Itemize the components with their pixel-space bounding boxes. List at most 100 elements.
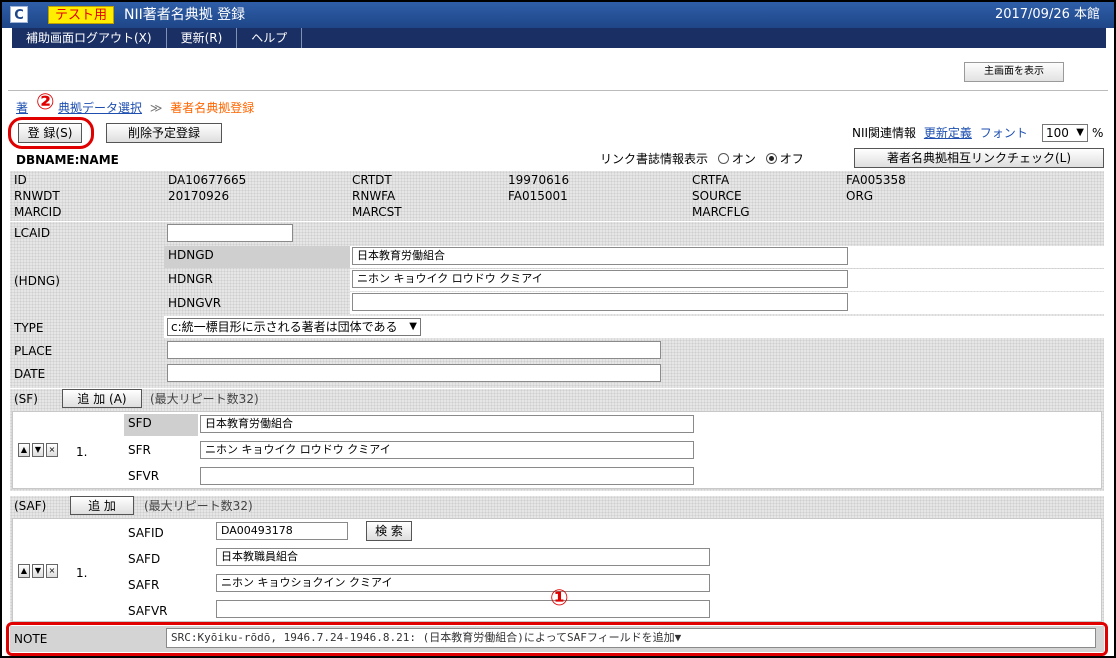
link-display-toggle: リンク書誌情報表示 オン オフ xyxy=(600,152,804,166)
annotation-mark-2: ② xyxy=(36,90,55,115)
hdngvr-input[interactable] xyxy=(352,293,848,311)
marcflg-label: MARCFLG xyxy=(692,205,750,219)
sf-add-button[interactable]: 追 加 (A) xyxy=(62,389,142,408)
move-down-icon[interactable]: ▼ xyxy=(32,564,44,578)
lcaid-input[interactable] xyxy=(167,224,293,242)
safd-input[interactable]: 日本教職員組合 xyxy=(216,548,710,566)
update-definition-link[interactable]: 更新定義 xyxy=(924,126,972,140)
type-value: c:統一標目形に示される著者は団体である xyxy=(171,320,398,334)
rnwdt-value: 20170926 xyxy=(168,189,230,203)
source-label: SOURCE xyxy=(692,189,742,203)
move-down-icon[interactable]: ▼ xyxy=(32,443,44,457)
highlight-note xyxy=(6,622,1108,656)
heading-grid: LCAID (HDNG) HDNGD 日本教育労働組合 HDNGR ニホン キョ… xyxy=(10,222,1104,388)
hdngd-label: HDNGD xyxy=(164,246,350,268)
saf-index: 1. xyxy=(76,566,88,580)
rnwdt-label: RNWDT xyxy=(14,189,60,203)
annotation-mark-1: ① xyxy=(550,586,569,611)
font-size-select[interactable]: 100 ▼ xyxy=(1042,124,1088,142)
delete-schedule-button[interactable]: 削除予定登録 xyxy=(106,123,222,143)
radio-on[interactable] xyxy=(717,153,729,164)
safid-input[interactable]: DA00493178 xyxy=(216,522,348,540)
sf-row-controls: ▲ ▼ × xyxy=(18,443,58,457)
hdngd-input[interactable]: 日本教育労働組合 xyxy=(352,247,848,265)
saf-max-repeat: (最大リピート数32) xyxy=(144,499,253,513)
lcaid-label: LCAID xyxy=(14,226,51,240)
crtfa-label: CRTFA xyxy=(692,173,730,187)
saf-label: (SAF) xyxy=(14,499,47,513)
sfr-input[interactable]: ニホン キョウイク ロウドウ クミアイ xyxy=(200,441,694,459)
show-main-screen-button[interactable]: 主画面を表示 xyxy=(964,62,1064,82)
crtdt-label: CRTDT xyxy=(352,173,392,187)
id-label: ID xyxy=(14,173,27,187)
title-bar: C テスト用 NII著者名典拠 登録 2017/09/26 本館 xyxy=(2,2,1114,28)
type-select[interactable]: c:統一標目形に示される著者は団体である ▼ xyxy=(167,318,421,336)
sf-max-repeat: (最大リピート数32) xyxy=(150,392,259,406)
hdngr-label: HDNGR xyxy=(168,272,213,286)
menu-update[interactable]: 更新(R) xyxy=(167,28,238,48)
app-window: C テスト用 NII著者名典拠 登録 2017/09/26 本館 補助画面ログア… xyxy=(0,0,1116,658)
sf-section: (SF) 追 加 (A) (最大リピート数32) ▲ ▼ × 1. SFD 日本… xyxy=(10,389,1104,491)
place-input[interactable] xyxy=(167,341,661,359)
divider xyxy=(8,90,1108,91)
safr-input[interactable]: ニホン キョウショクイン クミアイ xyxy=(216,574,710,592)
font-size-value: 100 xyxy=(1046,126,1069,140)
safvr-input[interactable] xyxy=(216,600,710,618)
marcst-label: MARCST xyxy=(352,205,402,219)
link-check-button[interactable]: 著者名典拠相互リンクチェック(L) xyxy=(854,148,1104,168)
hdngvr-label: HDNGVR xyxy=(168,296,222,310)
sfvr-input[interactable] xyxy=(200,467,694,485)
safd-label: SAFD xyxy=(128,552,161,566)
radio-off[interactable] xyxy=(765,153,777,164)
breadcrumb-current: 著者名典拠登録 xyxy=(170,101,255,115)
nii-info-label: NII関連情報 xyxy=(852,126,917,140)
chevron-down-icon: ▼ xyxy=(1076,127,1084,138)
sf-index: 1. xyxy=(76,445,88,459)
hdngr-input[interactable]: ニホン キョウイク ロウドウ クミアイ xyxy=(352,270,848,288)
breadcrumb-link-2[interactable]: 典拠データ選択 xyxy=(58,101,142,115)
safid-label: SAFID xyxy=(128,526,164,540)
menu-logout[interactable]: 補助画面ログアウト(X) xyxy=(12,28,167,48)
safr-label: SAFR xyxy=(128,578,160,592)
test-badge: テスト用 xyxy=(48,6,115,24)
saf-search-button[interactable]: 検 索 xyxy=(366,521,412,541)
percent-sign: % xyxy=(1092,126,1104,140)
date-label: DATE xyxy=(14,367,46,381)
font-label: フォント xyxy=(979,126,1028,140)
window-title: NII著者名典拠 登録 xyxy=(124,7,246,23)
breadcrumb-link-1[interactable]: 著 xyxy=(16,101,28,115)
crtdt-value: 19970616 xyxy=(508,173,570,187)
delete-row-icon[interactable]: × xyxy=(46,443,58,457)
hdng-label: (HDNG) xyxy=(14,274,60,288)
move-up-icon[interactable]: ▲ xyxy=(18,564,30,578)
safvr-label: SAFVR xyxy=(128,604,168,618)
chevron-down-icon: ▼ xyxy=(409,321,417,332)
rnwfa-value: FA015001 xyxy=(508,189,568,203)
rnwfa-label: RNWFA xyxy=(352,189,396,203)
move-up-icon[interactable]: ▲ xyxy=(18,443,30,457)
sfvr-label: SFVR xyxy=(128,469,160,483)
saf-add-button[interactable]: 追 加 xyxy=(70,496,134,515)
nii-info: NII関連情報 更新定義 フォント xyxy=(852,126,1028,140)
highlight-register xyxy=(8,117,94,149)
date-input[interactable] xyxy=(167,364,661,382)
sfd-input[interactable]: 日本教育労働組合 xyxy=(200,415,694,433)
source-value: ORG xyxy=(846,189,874,203)
type-label: TYPE xyxy=(14,321,44,335)
link-display-label: リンク書誌情報表示 xyxy=(600,152,709,166)
sfr-label: SFR xyxy=(128,443,151,457)
marcid-label: MARCID xyxy=(14,205,62,219)
dbname-label: DBNAME:NAME xyxy=(16,153,119,167)
crtfa-value: FA005358 xyxy=(846,173,906,187)
sf-label: (SF) xyxy=(14,392,38,406)
menu-bar: 補助画面ログアウト(X) 更新(R) ヘルプ xyxy=(2,28,1114,50)
menu-help[interactable]: ヘルプ xyxy=(237,28,303,48)
delete-row-icon[interactable]: × xyxy=(46,564,58,578)
date-location: 2017/09/26 本館 xyxy=(994,7,1100,22)
sfd-label: SFD xyxy=(124,414,198,436)
radio-off-label: オフ xyxy=(779,152,804,166)
breadcrumb-separator: ≫ xyxy=(149,101,163,115)
place-label: PLACE xyxy=(14,344,53,358)
radio-on-label: オン xyxy=(731,152,756,166)
record-info-grid: ID DA10677665 CRTDT 19970616 CRTFA FA005… xyxy=(10,171,1104,221)
